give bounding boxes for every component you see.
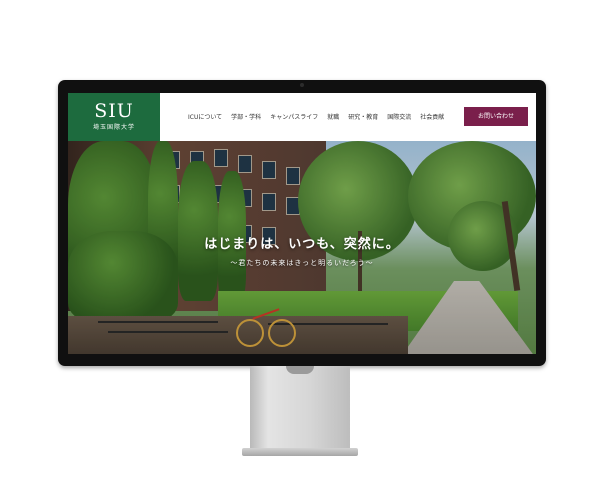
site-header: SIU 埼玉国際大学 ICUについて 学部・学科 キャンパスライフ 就職 研究・… xyxy=(68,93,536,141)
monitor-stand xyxy=(250,366,350,452)
nav-item-faculties[interactable]: 学部・学科 xyxy=(231,112,261,121)
logo-text: SIU xyxy=(94,100,134,122)
nav-item-research[interactable]: 研究・教育 xyxy=(348,112,378,121)
site-logo[interactable]: SIU 埼玉国際大学 xyxy=(68,93,160,141)
logo-subtext: 埼玉国際大学 xyxy=(92,124,135,131)
hero-title: はじまりは、いつも、突然に。 xyxy=(204,237,400,252)
website-screen: SIU 埼玉国際大学 ICUについて 学部・学科 キャンパスライフ 就職 研究・… xyxy=(68,93,536,354)
nav-item-campus-life[interactable]: キャンパスライフ xyxy=(270,112,318,121)
monitor-stand-base xyxy=(242,448,358,456)
camera xyxy=(300,83,304,87)
monitor: SIU 埼玉国際大学 ICUについて 学部・学科 キャンパスライフ 就職 研究・… xyxy=(58,80,546,366)
nav-item-careers[interactable]: 就職 xyxy=(327,112,339,121)
nav-item-international[interactable]: 国際交流 xyxy=(387,112,411,121)
hero-subtitle: ～君たちの未来はきっと明るいだろう～ xyxy=(230,259,374,267)
contact-button[interactable]: お問い合わせ xyxy=(464,107,528,126)
hero-image: はじまりは、いつも、突然に。 ～君たちの未来はきっと明るいだろう～ xyxy=(68,141,536,354)
nav-item-social[interactable]: 社会貢献 xyxy=(420,112,444,121)
nav-item-about[interactable]: ICUについて xyxy=(188,112,222,121)
main-nav: ICUについて 学部・学科 キャンパスライフ 就職 研究・教育 国際交流 社会貢… xyxy=(188,112,444,121)
